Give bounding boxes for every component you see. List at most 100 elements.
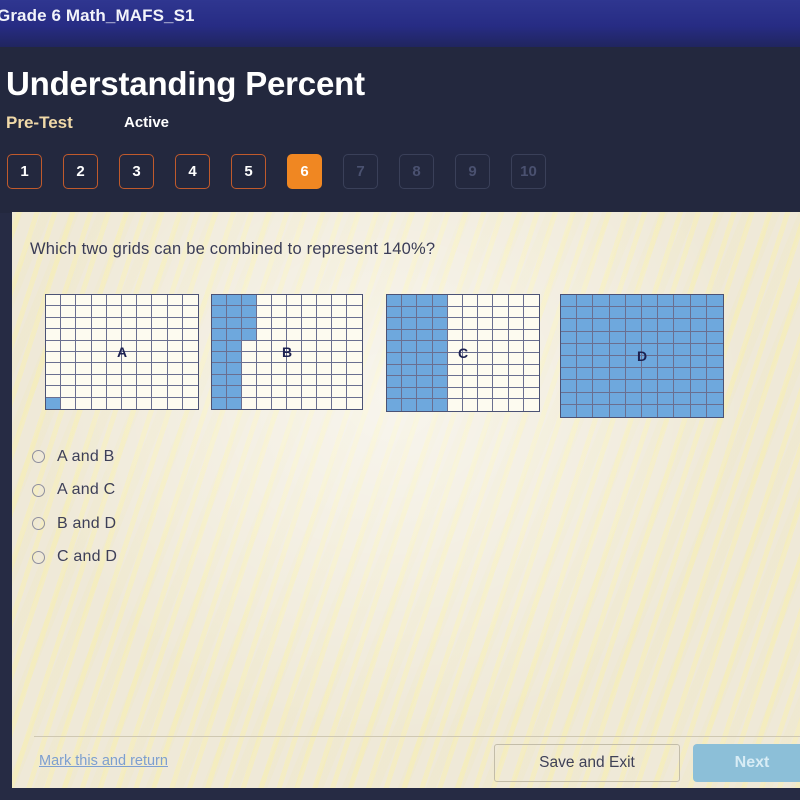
grid-cell <box>508 364 524 377</box>
grid-cell <box>432 364 448 377</box>
grid-cell <box>332 306 347 318</box>
grid-cell <box>402 295 418 307</box>
grid-cell <box>212 340 227 352</box>
grid-cell <box>302 317 317 330</box>
pager-button-2[interactable]: 2 <box>63 154 98 189</box>
pager-button-5[interactable]: 5 <box>231 154 266 189</box>
grid-cell <box>509 399 524 411</box>
grid-cell <box>432 318 448 330</box>
grid-cell <box>332 295 347 307</box>
grid-cell <box>706 295 723 308</box>
grid-cell <box>167 295 183 307</box>
grid-cell <box>212 386 227 398</box>
grid-cell <box>152 351 168 364</box>
grid-cell <box>347 306 362 318</box>
grid-cell <box>257 374 272 387</box>
grid-cell <box>137 306 153 318</box>
answer-option-4[interactable]: C and D <box>32 541 117 575</box>
grid-cell <box>674 343 691 356</box>
grid-cell <box>493 329 509 342</box>
grid-cell <box>561 355 578 369</box>
grid-cell <box>272 329 287 341</box>
next-button[interactable]: Next <box>693 744 800 782</box>
pager-button-9: 9 <box>455 154 490 189</box>
grid-cell <box>46 386 62 398</box>
grid-cell <box>227 397 242 409</box>
grid-cell <box>642 343 659 356</box>
question-prompt: Which two grids can be combined to repre… <box>30 240 436 258</box>
grid-cell <box>609 295 626 308</box>
grid-cell <box>432 341 448 353</box>
pager-button-1[interactable]: 1 <box>7 154 42 189</box>
grid-cell <box>593 380 610 393</box>
pager-button-6[interactable]: 6 <box>287 154 322 189</box>
grid-cell <box>417 364 433 377</box>
grid-figure-c: C <box>386 294 540 412</box>
grid-cell <box>609 380 626 393</box>
grid-cell <box>508 387 524 400</box>
grid-cell <box>347 341 362 352</box>
grid-cell <box>91 386 107 398</box>
radio-button-icon[interactable] <box>32 483 45 497</box>
grid-cell <box>706 355 723 369</box>
grid-cell <box>577 404 594 417</box>
grid-cell <box>642 355 659 369</box>
grid-cell <box>402 318 418 330</box>
grid-cell <box>561 392 578 405</box>
grid-cell <box>92 397 107 409</box>
grid-cell <box>690 307 707 320</box>
grid-cell <box>478 387 494 400</box>
grid-cell <box>182 295 198 307</box>
grid-cell <box>168 397 183 409</box>
grid-cell <box>417 295 433 307</box>
grid-cell <box>152 397 168 409</box>
grid-cell <box>272 374 287 387</box>
save-and-exit-button[interactable]: Save and Exit <box>494 744 680 782</box>
grid-cell <box>347 318 362 330</box>
grid-cell <box>387 318 403 330</box>
grid-cell <box>593 295 610 308</box>
grid-cell <box>508 341 524 353</box>
pager-button-4[interactable]: 4 <box>175 154 210 189</box>
radio-button-icon[interactable] <box>32 550 45 564</box>
grid-cell <box>478 341 494 353</box>
grid-cell <box>272 317 287 330</box>
pager-button-10: 10 <box>511 154 546 189</box>
answer-option-2[interactable]: A and C <box>32 474 117 508</box>
grid-cell <box>121 374 138 387</box>
radio-button-icon[interactable] <box>32 517 45 531</box>
pager-button-3[interactable]: 3 <box>119 154 154 189</box>
grid-cell <box>121 340 138 352</box>
grid-cell <box>91 306 107 318</box>
grid-cell <box>227 386 242 398</box>
grid-cell <box>302 295 317 307</box>
grid-cell <box>417 376 433 388</box>
grid-cell <box>561 319 578 332</box>
radio-button-icon[interactable] <box>32 450 45 464</box>
grid-cell <box>432 353 448 365</box>
grid-cell <box>609 307 626 320</box>
grid-cell <box>448 399 463 411</box>
grid-cell <box>447 376 463 388</box>
grid-cell <box>152 363 168 375</box>
grid-cell <box>46 306 62 318</box>
grid-cell <box>432 387 448 400</box>
mark-this-and-return-link[interactable]: Mark this and return <box>39 753 168 769</box>
grid-cell <box>182 386 198 398</box>
grid-cell <box>593 368 610 381</box>
grid-b-cells: B <box>211 294 363 410</box>
grid-cell <box>137 317 153 330</box>
grid-cell <box>387 364 403 377</box>
grid-cell <box>61 386 77 398</box>
grid-cell <box>106 295 122 307</box>
grid-cell <box>317 317 332 330</box>
grid-cell <box>121 351 138 364</box>
grid-cell <box>332 317 347 330</box>
answer-option-1[interactable]: A and B <box>32 440 117 474</box>
grid-cell <box>432 295 448 307</box>
grid-cell <box>658 392 675 405</box>
answer-option-3[interactable]: B and D <box>32 507 117 541</box>
grid-cell <box>302 397 317 409</box>
grid-cell <box>302 363 317 375</box>
grid-cell <box>625 380 642 393</box>
